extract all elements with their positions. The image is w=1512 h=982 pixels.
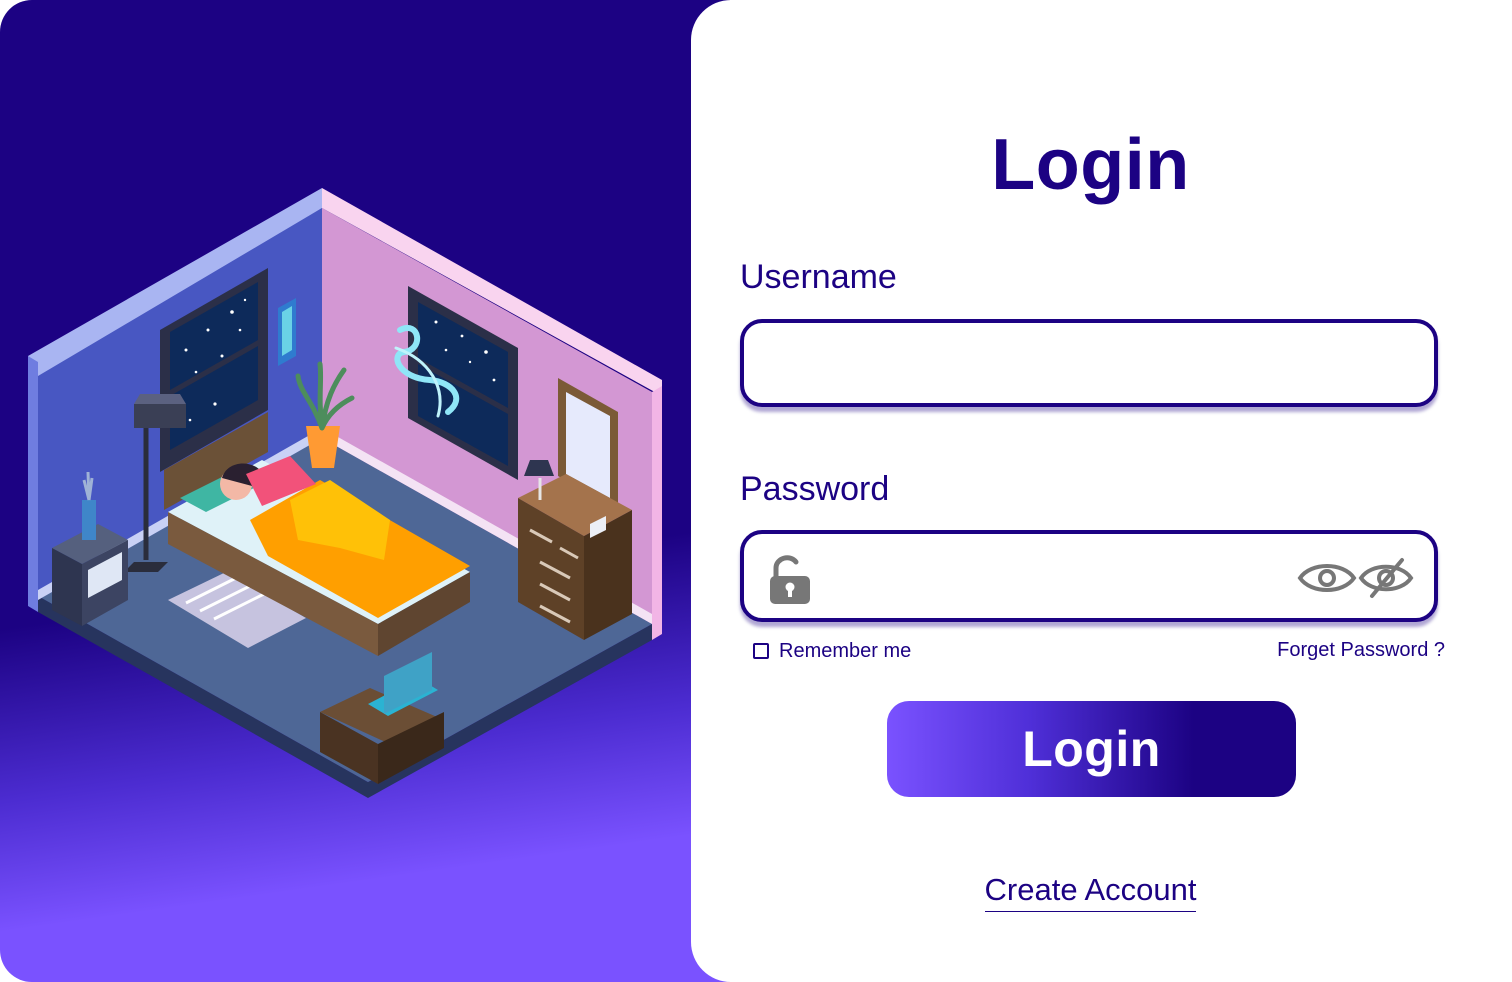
- login-card: Login Username Password Remember me Forg…: [691, 0, 1512, 982]
- create-account-link[interactable]: Create Account: [984, 872, 1197, 912]
- page-title: Login: [991, 125, 1190, 205]
- eye-icon[interactable]: [1297, 558, 1357, 598]
- remember-me-checkbox[interactable]: [753, 643, 769, 659]
- eye-off-icon[interactable]: [1358, 556, 1414, 600]
- create-account-container: Create Account: [691, 872, 1490, 912]
- username-label: Username: [740, 258, 897, 296]
- illustration-panel: [0, 0, 730, 982]
- password-field-box: [740, 530, 1438, 622]
- password-label: Password: [740, 470, 890, 508]
- remember-me-label: Remember me: [779, 639, 912, 662]
- unlock-icon: [770, 555, 810, 604]
- forgot-password-link[interactable]: Forget Password ?: [1277, 639, 1445, 662]
- username-field-box: [740, 319, 1438, 407]
- login-screen: Login Username Password Remember me Forg…: [0, 0, 1512, 982]
- username-input[interactable]: [768, 341, 1412, 387]
- remember-me-toggle[interactable]: Remember me: [753, 638, 911, 664]
- bedroom-illustration: [28, 188, 662, 798]
- password-input[interactable]: [836, 554, 1280, 600]
- login-button[interactable]: Login: [887, 701, 1296, 797]
